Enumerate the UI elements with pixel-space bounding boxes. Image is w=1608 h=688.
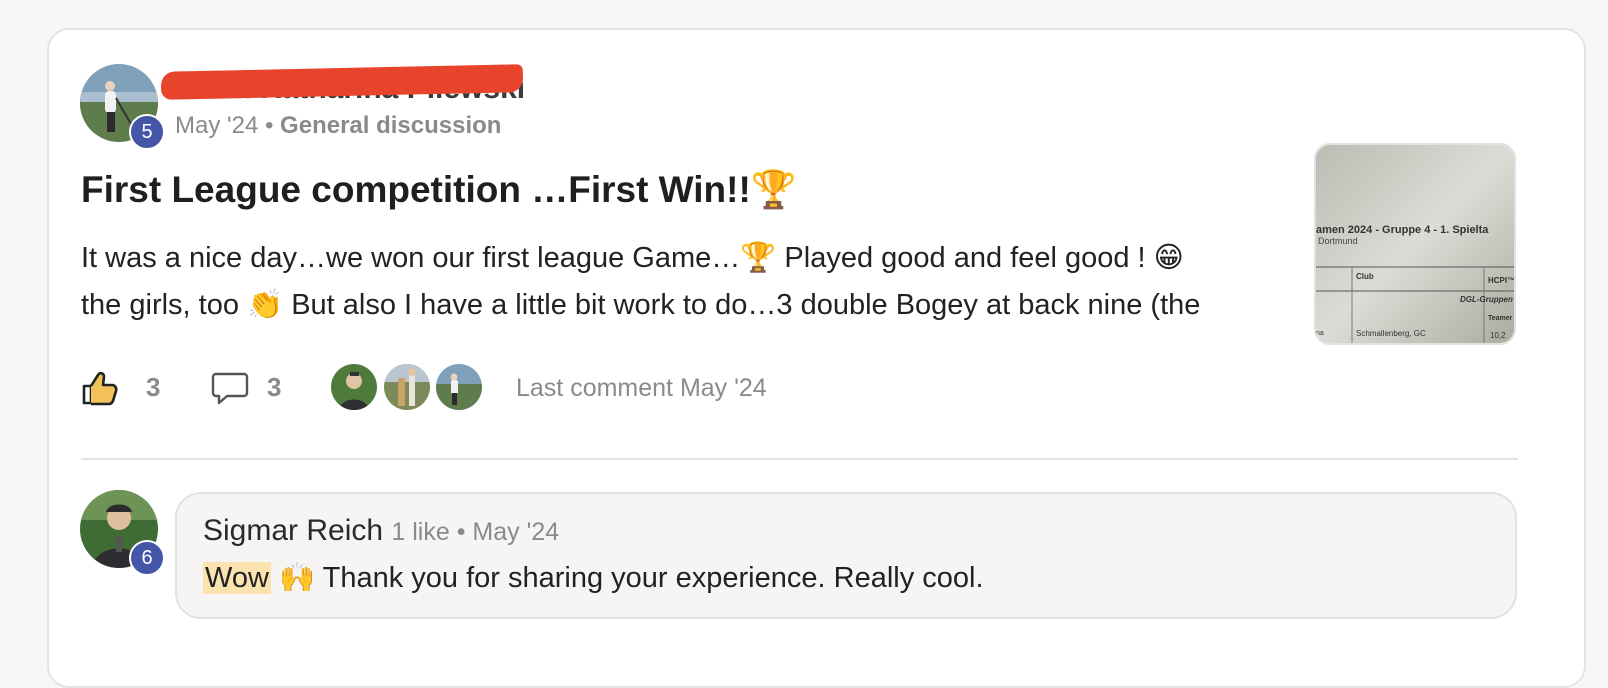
thumb-row-prefix: na	[1316, 330, 1324, 337]
post-category[interactable]: General discussion	[280, 112, 501, 139]
commenter-name[interactable]: Sigmar Reich	[203, 514, 383, 547]
thumb-col-hcp: HCPI™	[1488, 276, 1514, 285]
comment-body: Thank you for sharing your experience. R…	[315, 562, 984, 594]
divider	[81, 458, 1518, 460]
comment-bubble[interactable]: Sigmar Reich 1 like • May '24 Wow 🙌 Than…	[175, 492, 1517, 619]
author-level-badge: 5	[129, 114, 165, 150]
post-actions: 3 3 Last comment May '24	[81, 362, 1081, 418]
excerpt-line: It was a nice day…we won our first leagu…	[81, 242, 1184, 274]
thumb-heading: amen 2024 - Gruppe 4 - 1. Spielta	[1316, 224, 1489, 236]
last-comment-info[interactable]: Last comment May '24	[516, 374, 767, 403]
thumb-row-value: 10,2	[1490, 331, 1506, 340]
thumb-col-club: Club	[1356, 272, 1374, 281]
thumb-team: Teamer	[1488, 315, 1513, 322]
participant-avatar[interactable]	[382, 362, 432, 412]
post-excerpt[interactable]: It was a nice day…we won our first leagu…	[81, 235, 1291, 329]
post-card[interactable]: 5 Anna-Katharina Pilewski May '24 • Gene…	[47, 28, 1586, 688]
comment-text: Wow 🙌 Thank you for sharing your experie…	[203, 560, 984, 595]
thumb-group: DGL-Gruppen	[1460, 295, 1513, 304]
thumb-row-club: Schmallenberg, GC	[1356, 329, 1426, 338]
post-thumbnail[interactable]: amen 2024 - Gruppe 4 - 1. Spielta Dortmu…	[1314, 143, 1516, 345]
post-title-text: First League competition …First Win!!	[81, 169, 751, 210]
comments-count: 3	[267, 372, 282, 402]
post-title[interactable]: First League competition …First Win!!🏆	[81, 168, 797, 212]
post-date: May '24	[175, 112, 259, 139]
raising-hands-icon: 🙌	[278, 560, 316, 594]
thumbs-up-icon[interactable]	[81, 370, 119, 411]
meta-separator: •	[264, 112, 274, 139]
thumb-sub: Dortmund	[1318, 236, 1358, 246]
commenter-level-badge: 6	[129, 540, 165, 576]
excerpt-line: the girls, too 👏 But also I have a littl…	[81, 289, 1201, 321]
comment-header: Sigmar Reich 1 like • May '24	[203, 514, 559, 548]
participant-avatar[interactable]	[329, 362, 379, 412]
comment-bubble-icon[interactable]	[211, 370, 249, 411]
trophy-icon: 🏆	[750, 168, 797, 211]
post-meta: May '24 • General discussion	[175, 112, 501, 140]
highlighted-word: Wow	[203, 562, 271, 594]
likes-count: 3	[146, 372, 161, 402]
participant-avatar[interactable]	[434, 362, 484, 412]
comment-meta: 1 like • May '24	[391, 518, 560, 546]
